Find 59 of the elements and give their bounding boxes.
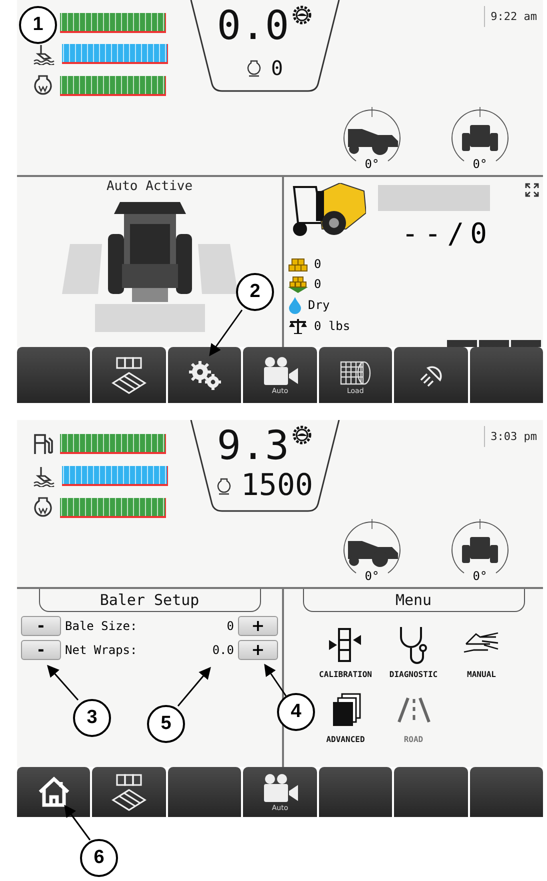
clock-time: 3:03 pm [484, 426, 543, 447]
menu-item[interactable]: MANUAL [462, 622, 502, 679]
angle-reading: 0° [472, 569, 488, 583]
increase-button[interactable]: + [238, 616, 278, 636]
engine-rpm: 1500 [240, 468, 314, 503]
calibration-icon [327, 627, 364, 663]
gear-icon [291, 4, 314, 26]
gear-icon [291, 424, 314, 446]
softkey[interactable] [168, 347, 242, 403]
baler-icon [290, 183, 366, 239]
setting-value: 0.0 [212, 643, 234, 657]
increase-button[interactable]: + [238, 640, 278, 660]
softkey[interactable] [92, 347, 166, 403]
engine-icon [216, 476, 231, 494]
menu-item[interactable]: ADVANCED [326, 687, 365, 744]
menu-item[interactable]: DIAGNOSTIC [389, 622, 438, 679]
clock-time: 9:22 am [484, 6, 543, 27]
ground-speed: 0.0 [216, 4, 290, 48]
scale-icon [288, 317, 308, 335]
setting-label: Net Wraps: [65, 643, 138, 657]
leader-arrow [64, 804, 91, 840]
coolant-temperature-icon [32, 43, 56, 65]
panel-title: Menu [302, 589, 524, 612]
angle-reading: 0° [472, 157, 488, 171]
ground-speed: 9.3 [216, 424, 290, 468]
engine-icon [246, 59, 261, 77]
fuel-pump-icon [32, 432, 54, 456]
decrease-button[interactable]: - [21, 616, 61, 636]
leader-arrow [209, 310, 243, 356]
water-drop-icon [288, 296, 302, 314]
settings-icon [188, 360, 222, 390]
softkey[interactable] [394, 347, 468, 403]
bales-icon [288, 256, 308, 272]
coolant-temperature-icon [32, 465, 56, 487]
panel-title: Auto Active [106, 179, 193, 194]
road-icon [396, 697, 432, 723]
leader-arrow [264, 664, 287, 696]
setting-label: Bale Size: [65, 619, 138, 633]
menu-item[interactable]: CALIBRATION [319, 622, 372, 679]
expand-icon[interactable] [525, 183, 539, 197]
panel-title: Baler Setup [38, 589, 260, 612]
leader-arrow [47, 664, 79, 700]
angle-reading: 0° [364, 569, 380, 583]
decrease-button[interactable]: - [21, 640, 61, 660]
softkey[interactable] [17, 767, 90, 817]
stat-value: 0 [314, 277, 322, 291]
leader-arrow [177, 666, 211, 706]
engine-rpm: 0 [270, 56, 284, 80]
stat-value: 0 [314, 257, 322, 271]
callout-number: 6 [80, 839, 118, 877]
bale-count-reading: --/0 [402, 217, 493, 250]
softkey[interactable] [92, 767, 166, 817]
menu-item[interactable]: ROAD [396, 687, 432, 744]
setting-value: 0 [226, 619, 234, 633]
home-icon [36, 776, 71, 808]
stat-value: Dry [308, 298, 330, 312]
stat-value: 0 lbs [314, 319, 350, 333]
bales-on-field-icon [288, 275, 308, 293]
angle-reading: 0° [364, 157, 380, 171]
